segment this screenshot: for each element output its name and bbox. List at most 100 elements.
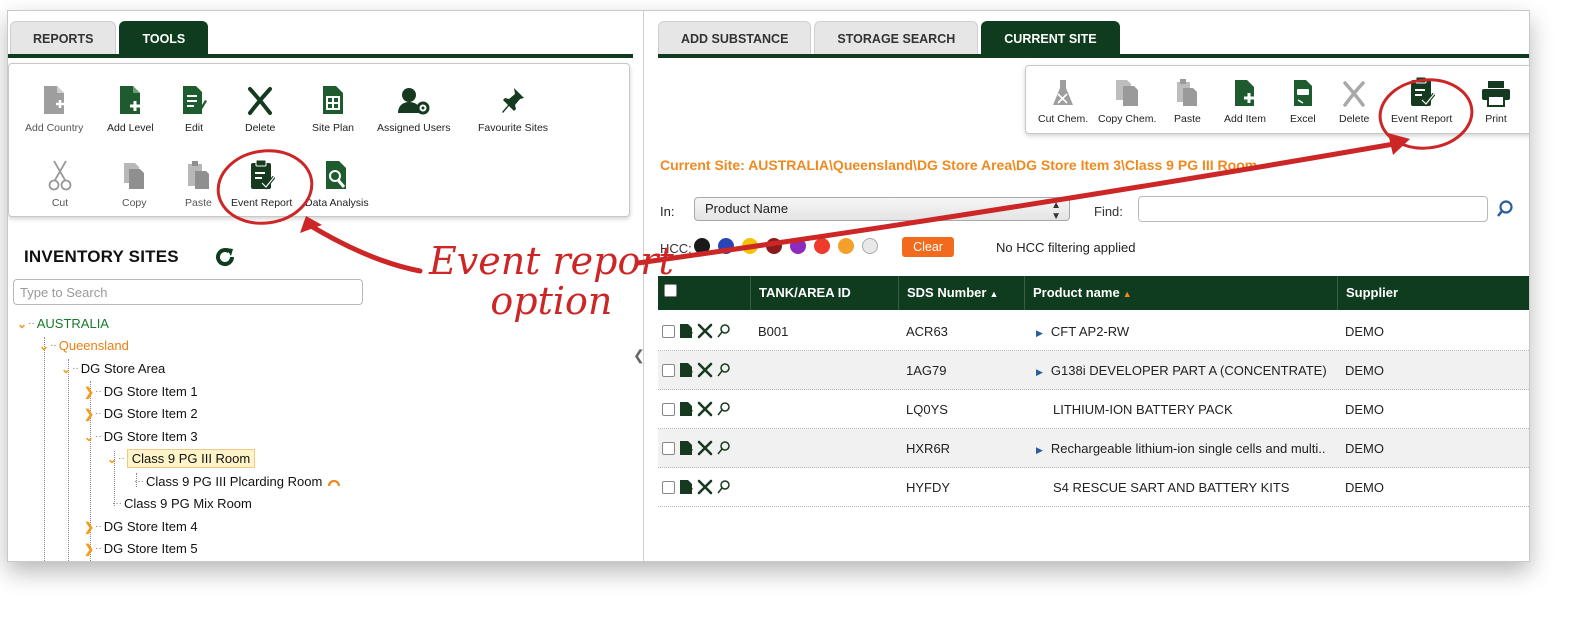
tree-node-dg-store-item-1[interactable]: ❯ ·· DG Store Item 1 bbox=[84, 384, 198, 399]
row-delete-icon[interactable] bbox=[697, 323, 713, 339]
event-report-label: Event Report bbox=[231, 197, 293, 209]
cell-product-name[interactable]: LITHIUM-ION BATTERY PACK bbox=[1036, 402, 1341, 417]
expand-arrow-icon[interactable]: ⌄ bbox=[107, 452, 117, 466]
row-view-icon[interactable] bbox=[716, 323, 732, 339]
edit-button[interactable]: Edit bbox=[181, 78, 207, 134]
row-checkbox[interactable] bbox=[662, 480, 675, 494]
col-product-name[interactable]: Product name ▲ bbox=[1024, 276, 1337, 310]
row-edit-icon[interactable] bbox=[678, 479, 694, 495]
site-plan-button[interactable]: Site Plan bbox=[312, 78, 354, 134]
hcc-color-dot[interactable] bbox=[766, 238, 782, 254]
collapsed-arrow-icon[interactable]: ❯ bbox=[84, 542, 94, 556]
tab-tools[interactable]: TOOLS bbox=[119, 21, 209, 55]
scissors-icon bbox=[48, 160, 72, 191]
tree-node-australia[interactable]: ⌄ ·· AUSTRALIA bbox=[17, 316, 109, 331]
annotation-label: Event report option bbox=[429, 241, 674, 321]
clear-hcc-button[interactable]: Clear bbox=[902, 237, 954, 257]
row-edit-icon[interactable] bbox=[678, 323, 694, 339]
refresh-icon[interactable] bbox=[213, 245, 237, 269]
row-delete-icon[interactable] bbox=[697, 401, 713, 417]
hcc-color-dot[interactable] bbox=[694, 238, 710, 254]
favourite-sites-button[interactable]: Favourite Sites bbox=[478, 78, 548, 134]
table-row[interactable]: HYFDY S4 RESCUE SART AND BATTERY KITS DEMO bbox=[658, 468, 1529, 507]
add-level-button[interactable]: Add Level bbox=[107, 78, 154, 134]
expand-arrow-icon[interactable]: ⌄ bbox=[61, 362, 71, 376]
tree-node-dg-store-item-5[interactable]: ❯ ·· DG Store Item 5 bbox=[84, 541, 198, 556]
tree-node-class9-room[interactable]: ⌄ ·· Class 9 PG III Room bbox=[107, 449, 256, 468]
delete-button[interactable]: Delete bbox=[245, 78, 275, 134]
inventory-search-input[interactable] bbox=[13, 279, 363, 305]
row-checkbox[interactable] bbox=[662, 441, 675, 455]
row-delete-icon[interactable] bbox=[697, 479, 713, 495]
hcc-color-dot[interactable] bbox=[742, 238, 758, 254]
table-row[interactable]: 1AG79 ▶ G138i DEVELOPER PART A (CONCENTRAT… bbox=[658, 351, 1529, 390]
row-view-icon[interactable] bbox=[716, 479, 732, 495]
tab-add-substance[interactable]: ADD SUBSTANCE bbox=[658, 21, 812, 55]
tree-node-class9-mix-room[interactable]: ··· Class 9 PG Mix Room bbox=[112, 496, 252, 511]
assigned-users-button[interactable]: Assigned Users bbox=[377, 78, 451, 134]
delete-item-button[interactable]: Delete bbox=[1339, 76, 1369, 125]
hcc-color-dot[interactable] bbox=[718, 238, 734, 254]
row-edit-icon[interactable] bbox=[678, 401, 694, 417]
row-edit-icon[interactable] bbox=[678, 440, 694, 456]
excel-button[interactable]: Excel bbox=[1290, 76, 1316, 125]
collapsed-arrow-icon[interactable]: ❯ bbox=[84, 520, 94, 534]
add-country-button[interactable]: Add Country bbox=[25, 78, 83, 134]
row-delete-icon[interactable] bbox=[697, 362, 713, 378]
tab-reports[interactable]: REPORTS bbox=[10, 21, 117, 55]
copy-button[interactable]: Copy bbox=[122, 153, 147, 209]
search-field-select[interactable]: Product Name ▲ ▼ bbox=[694, 197, 1070, 222]
collapsed-arrow-icon[interactable]: ❯ bbox=[84, 385, 94, 399]
expand-triangle-icon[interactable]: ▶ bbox=[1036, 328, 1043, 338]
hcc-color-dot[interactable] bbox=[790, 238, 806, 254]
cut-chem-button[interactable]: Cut Chem. bbox=[1038, 76, 1088, 125]
expand-arrow-icon[interactable]: ⌄ bbox=[39, 339, 49, 353]
search-icon[interactable] bbox=[1496, 199, 1514, 219]
row-view-icon[interactable] bbox=[716, 401, 732, 417]
data-analysis-button[interactable]: Data Analysis bbox=[305, 153, 369, 209]
table-row[interactable]: B001 ACR63 ▶ CFT AP2-RW DEMO bbox=[658, 312, 1529, 351]
table-row[interactable]: HXR6R ▶ Rechargeable lithium-ion single ce… bbox=[658, 429, 1529, 468]
col-supplier[interactable]: Supplier bbox=[1337, 276, 1529, 310]
row-view-icon[interactable] bbox=[716, 362, 732, 378]
hcc-color-dot[interactable] bbox=[814, 238, 830, 254]
event-report-button[interactable]: Event Report bbox=[1391, 76, 1452, 125]
add-item-button[interactable]: Add Item bbox=[1224, 76, 1266, 125]
tree-node-queensland[interactable]: ⌄ ·· Queensland bbox=[39, 338, 129, 353]
expand-arrow-icon[interactable]: ⌄ bbox=[17, 317, 27, 331]
col-tank-area-id[interactable]: TANK/AREA ID bbox=[750, 276, 898, 310]
print-button[interactable]: Print bbox=[1481, 76, 1511, 125]
row-delete-icon[interactable] bbox=[697, 440, 713, 456]
tree-node-class9-placarding-room[interactable]: ··· Class 9 PG III Plcarding Room bbox=[134, 474, 341, 489]
row-checkbox[interactable] bbox=[662, 363, 675, 377]
collapsed-arrow-icon[interactable]: ❯ bbox=[84, 407, 94, 421]
cell-product-name[interactable]: S4 RESCUE SART AND BATTERY KITS bbox=[1036, 480, 1341, 495]
hcc-color-dot[interactable] bbox=[862, 238, 878, 254]
expand-arrow-icon[interactable]: ⌄ bbox=[84, 430, 94, 444]
collapse-panel-icon[interactable]: ❮ bbox=[633, 347, 645, 364]
tree-node-dg-store-item-2[interactable]: ❯ ·· DG Store Item 2 bbox=[84, 406, 198, 421]
tab-storage-search[interactable]: STORAGE SEARCH bbox=[814, 21, 979, 55]
row-view-icon[interactable] bbox=[716, 440, 732, 456]
expand-triangle-icon[interactable]: ▶ bbox=[1036, 367, 1043, 377]
copy-chem-button[interactable]: Copy Chem. bbox=[1098, 76, 1156, 125]
event-report-button[interactable]: Event Report bbox=[231, 153, 292, 209]
cut-button[interactable]: Cut bbox=[48, 153, 72, 209]
tab-current-site[interactable]: CURRENT SITE bbox=[981, 21, 1120, 55]
cell-product-name[interactable]: ▶ CFT AP2-RW bbox=[1036, 324, 1341, 339]
paste-chem-button[interactable]: Paste bbox=[1174, 76, 1201, 125]
cell-product-name[interactable]: ▶ G138i DEVELOPER PART A (CONCENTRATE) bbox=[1036, 363, 1341, 378]
cell-product-name[interactable]: ▶ Rechargeable lithium-ion single cells a… bbox=[1036, 441, 1341, 456]
paste-button[interactable]: Paste bbox=[185, 153, 212, 209]
row-checkbox[interactable] bbox=[662, 324, 675, 338]
row-checkbox[interactable] bbox=[662, 402, 675, 416]
table-row[interactable]: LQ0YS LITHIUM-ION BATTERY PACK DEMO bbox=[658, 390, 1529, 429]
tree-node-dg-store-area[interactable]: ⌄ ·· DG Store Area bbox=[61, 361, 165, 376]
hcc-color-dot[interactable] bbox=[838, 238, 854, 254]
tree-node-dg-store-item-3[interactable]: ⌄ ·· DG Store Item 3 bbox=[84, 429, 198, 444]
row-edit-icon[interactable] bbox=[678, 362, 694, 378]
tree-node-dg-store-item-4[interactable]: ❯ ·· DG Store Item 4 bbox=[84, 519, 198, 534]
find-input[interactable] bbox=[1138, 196, 1488, 222]
expand-triangle-icon[interactable]: ▶ bbox=[1036, 445, 1043, 455]
col-sds-number[interactable]: SDS Number ▲ bbox=[898, 276, 1024, 310]
